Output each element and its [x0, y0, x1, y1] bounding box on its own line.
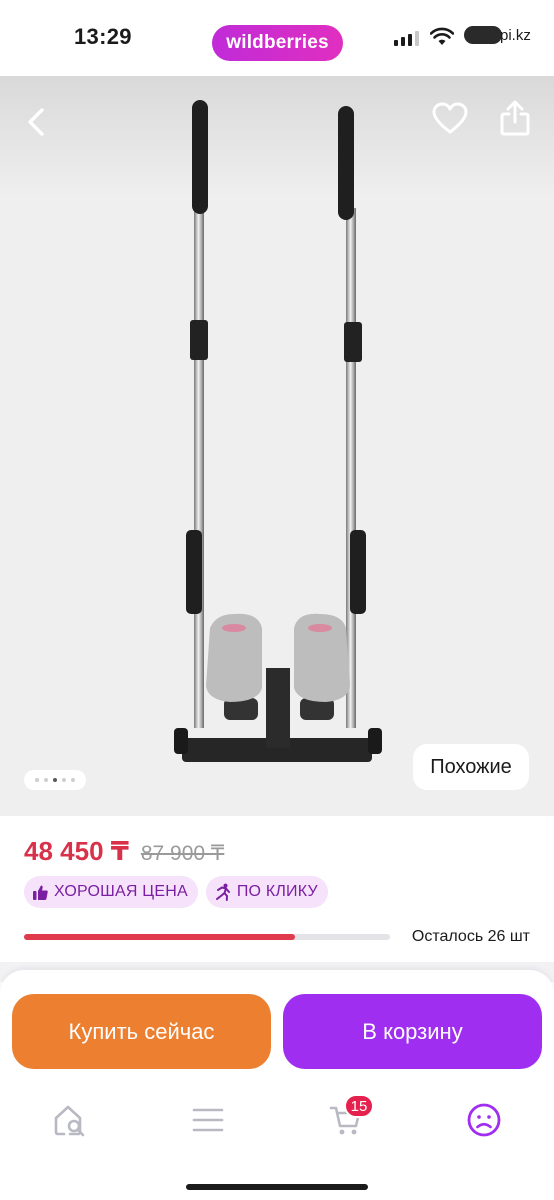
good-price-badge[interactable]: ХОРОШАЯ ЦЕНА [24, 876, 198, 908]
similar-button[interactable]: Похожие [413, 744, 529, 790]
bottom-action-panel: Купить сейчас В корзину [0, 970, 554, 1200]
wifi-icon [430, 27, 454, 45]
badges: ХОРОШАЯ ЦЕНА ПО КЛИКУ [24, 876, 328, 908]
running-person-icon [215, 883, 230, 901]
profile-icon [467, 1103, 501, 1137]
badge-label: ПО КЛИКУ [236, 883, 318, 900]
tab-catalog[interactable] [188, 1100, 228, 1140]
share-icon[interactable] [498, 98, 532, 138]
home-indicator [186, 1184, 368, 1190]
add-to-cart-button[interactable]: В корзину [283, 994, 542, 1069]
pagination-dot [44, 778, 48, 782]
stock-remaining: Осталось 26 шт [411, 928, 530, 945]
cart-count-badge: 15 [344, 1094, 374, 1118]
stock-progress-fill [24, 934, 295, 940]
bottom-tab-bar [0, 1092, 554, 1152]
one-click-badge[interactable]: ПО КЛИКУ [205, 876, 328, 908]
pagination-dot [62, 778, 66, 782]
price-row: 48 450 ₸ 87 900 ₸ [24, 836, 224, 867]
status-bar: 13:29 wildberries pi.kz [0, 0, 554, 76]
redacted-area [464, 26, 502, 44]
badge-label: ХОРОШАЯ ЦЕНА [54, 883, 188, 900]
product-image-stepper [174, 100, 382, 762]
price-card: 48 450 ₸ 87 900 ₸ ХОРОШАЯ ЦЕНА ПО КЛИКУ … [0, 816, 554, 962]
menu-icon [192, 1108, 224, 1132]
brand-logo: wildberries [212, 25, 343, 61]
carrier-text: pi.kz [500, 27, 531, 44]
stock-progress-bar [24, 934, 390, 940]
current-price: 48 450 ₸ [24, 836, 129, 866]
pagination-dot [71, 778, 75, 782]
heart-icon[interactable] [432, 102, 468, 136]
old-price: 87 900 ₸ [140, 842, 225, 865]
status-time: 13:29 [74, 24, 132, 49]
gallery-pagination [24, 770, 86, 790]
pagination-dot [35, 778, 39, 782]
pagination-dot [53, 778, 57, 782]
cellular-signal-icon [394, 30, 419, 46]
thumbs-up-icon [33, 885, 48, 900]
tab-home[interactable] [50, 1100, 90, 1140]
tab-profile[interactable] [464, 1100, 504, 1140]
buy-now-button[interactable]: Купить сейчас [12, 994, 271, 1069]
home-search-icon [54, 1105, 85, 1137]
product-gallery[interactable]: Похожие [0, 76, 554, 816]
back-icon[interactable] [24, 104, 52, 140]
